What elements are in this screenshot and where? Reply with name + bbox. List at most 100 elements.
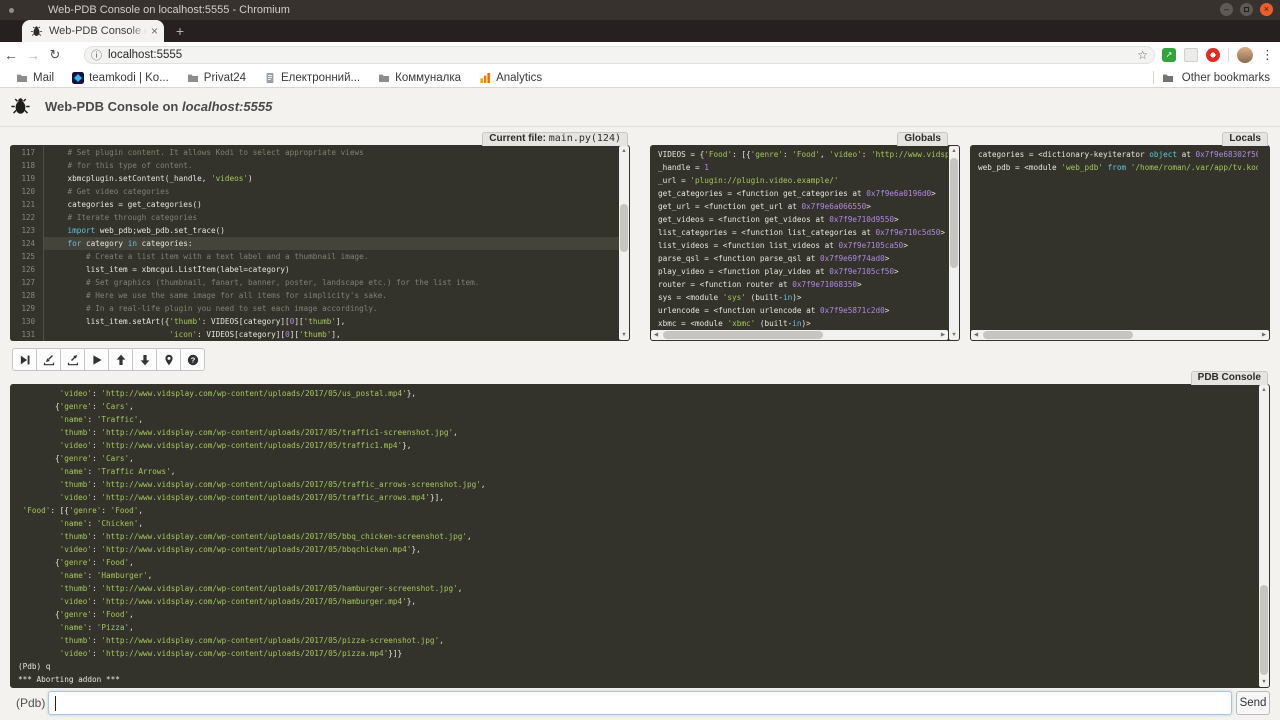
folder-icon [378, 72, 390, 84]
scroll-up-arrow[interactable]: ▲ [1259, 385, 1269, 395]
browser-menu-icon[interactable]: ⋮ [1261, 47, 1274, 63]
scroll-right-arrow[interactable]: ▶ [938, 330, 948, 340]
scrollbar-thumb[interactable] [620, 204, 628, 252]
extension-gray-icon[interactable] [1184, 48, 1198, 62]
bookmark-star-icon[interactable]: ☆ [1137, 48, 1148, 62]
profile-avatar[interactable] [1237, 47, 1253, 63]
pdb-command-input[interactable] [48, 691, 1232, 715]
line-number: 129 [10, 302, 44, 315]
page-header: Web-PDB Console on localhost:5555 [10, 96, 272, 117]
window-controls: – × [1220, 3, 1273, 16]
line-number: 122 [10, 211, 44, 224]
bookmark-item[interactable]: Privat24 [187, 72, 246, 84]
continue-button[interactable] [84, 348, 109, 371]
bookmark-item[interactable]: teamkodi | Ko... [72, 72, 169, 84]
scroll-down-arrow[interactable]: ▼ [949, 330, 959, 340]
bookmark-label: Privat24 [204, 72, 246, 84]
globals-panel: Globals VIDEOS = {'Food': [{'genre': 'Fo… [650, 145, 960, 341]
code-line: 129 # In a real-life plugin you need to … [10, 302, 619, 315]
output-line: 'video': 'http://www.vidsplay.com/wp-con… [18, 647, 1258, 660]
site-info-icon[interactable]: ⓘ [91, 47, 102, 63]
output-line: parse_qsl = <function parse_qsl at 0x7f9… [658, 252, 948, 265]
reload-icon[interactable]: ↻ [44, 47, 66, 63]
page-title-host: localhost:5555 [182, 99, 272, 114]
address-bar[interactable]: ⓘ localhost:5555 ☆ [84, 46, 1155, 64]
output-line: categories = <dictionary-keyiterator obj… [978, 148, 1258, 161]
code-vertical-scrollbar[interactable]: ▲ ▼ [619, 146, 629, 340]
output-line: 'name': 'Chicken', [18, 517, 1258, 530]
up-button[interactable] [108, 348, 133, 371]
scrollbar-thumb[interactable] [663, 331, 823, 339]
scrollbar-thumb[interactable] [950, 158, 958, 268]
line-number: 131 [10, 328, 44, 341]
output-line: 'video': 'http://www.vidsplay.com/wp-con… [18, 543, 1258, 556]
globals-vertical-scrollbar[interactable]: ▲ ▼ [949, 146, 959, 340]
close-button[interactable]: × [1260, 3, 1273, 16]
scroll-left-arrow[interactable]: ◀ [651, 330, 661, 340]
code-line: 120 # Get video categories [10, 185, 619, 198]
output-line: urlencode = <function urlencode at 0x7f9… [658, 304, 948, 317]
line-number: 120 [10, 185, 44, 198]
console-vertical-scrollbar[interactable]: ▲ ▼ [1259, 385, 1269, 687]
output-line: sys = <module 'sys' (built-in)> [658, 291, 948, 304]
back-icon[interactable]: ← [0, 47, 22, 63]
maximize-button[interactable] [1240, 3, 1253, 16]
code-line: 127 # Set graphics (thumbnail, fanart, b… [10, 276, 619, 289]
code-line: 124 for category in categories: [10, 237, 619, 250]
output-line: 'video': 'http://www.vidsplay.com/wp-con… [18, 439, 1258, 452]
line-number: 118 [10, 159, 44, 172]
doc-icon [264, 72, 276, 84]
line-number: 121 [10, 198, 44, 211]
bookmarks-bar: Mail teamkodi | Ko... Privat24 Електронний.… [0, 68, 1280, 88]
scroll-left-arrow[interactable]: ◀ [971, 330, 981, 340]
bookmark-item[interactable]: Mail [16, 72, 54, 84]
line-number: 127 [10, 276, 44, 289]
globals-horizontal-scrollbar[interactable]: ◀ ▶ [651, 330, 948, 340]
other-bookmarks[interactable]: Other bookmarks [1153, 71, 1270, 84]
output-line: VIDEOS = {'Food': [{'genre': 'Food', 'vi… [658, 148, 948, 161]
svg-text:?: ? [190, 355, 195, 364]
window-title: Web-PDB Console on localhost:5555 - Chro… [48, 4, 290, 16]
code-line: 121 categories = get_categories() [10, 198, 619, 211]
code-line: 130 list_item.setArt({'thumb': VIDEOS[ca… [10, 315, 619, 328]
return-button[interactable] [60, 348, 85, 371]
bookmark-item[interactable]: Analytics [479, 72, 542, 84]
scrollbar-thumb[interactable] [983, 331, 1133, 339]
locals-horizontal-scrollbar[interactable]: ◀ ▶ [971, 330, 1269, 340]
scroll-up-arrow[interactable]: ▲ [949, 146, 959, 156]
scroll-up-arrow[interactable]: ▲ [619, 146, 629, 156]
browser-tab[interactable]: Web-PDB Console on loca × [22, 20, 164, 42]
new-tab-button[interactable]: + [172, 24, 188, 40]
globals-lines: VIDEOS = {'Food': [{'genre': 'Food', 'vi… [650, 148, 948, 331]
tab-close-icon[interactable]: × [151, 24, 158, 38]
scroll-down-arrow[interactable]: ▼ [1259, 677, 1269, 687]
code-lines: 117 # Set plugin content. It allows Kodi… [10, 146, 619, 341]
scrollbar-thumb[interactable] [1260, 585, 1268, 675]
line-number: 128 [10, 289, 44, 302]
extension-red-icon[interactable] [1206, 48, 1220, 62]
output-line: 'name': 'Traffic Arrows', [18, 465, 1258, 478]
bookmark-item[interactable]: Коммуналка [378, 72, 461, 84]
next-button[interactable] [12, 348, 37, 371]
address-url[interactable]: localhost:5555 [108, 49, 1137, 61]
where-button[interactable] [156, 348, 181, 371]
extension-green-icon[interactable]: ↗ [1162, 48, 1176, 62]
globals-label: Globals [897, 132, 948, 146]
step-button[interactable] [36, 348, 61, 371]
minimize-button[interactable]: – [1220, 3, 1233, 16]
send-button[interactable]: Send [1236, 691, 1270, 715]
output-line: 'thumb': 'http://www.vidsplay.com/wp-con… [18, 426, 1258, 439]
output-line: play_video = <function play_video at 0x7… [658, 265, 948, 278]
scroll-down-arrow[interactable]: ▼ [619, 330, 629, 340]
maximize-icon [1244, 7, 1249, 12]
output-line: list_videos = <function list_videos at 0… [658, 239, 948, 252]
help-button[interactable]: ? [180, 348, 205, 371]
bookmark-item[interactable]: Електронний... [264, 72, 360, 84]
step-into-icon [43, 354, 55, 366]
map-marker-icon [163, 354, 175, 366]
output-line: {'genre': 'Food', [18, 608, 1258, 621]
scroll-right-arrow[interactable]: ▶ [1259, 330, 1269, 340]
output-line: 'thumb': 'http://www.vidsplay.com/wp-con… [18, 530, 1258, 543]
forward-icon[interactable]: → [22, 47, 44, 63]
down-button[interactable] [132, 348, 157, 371]
